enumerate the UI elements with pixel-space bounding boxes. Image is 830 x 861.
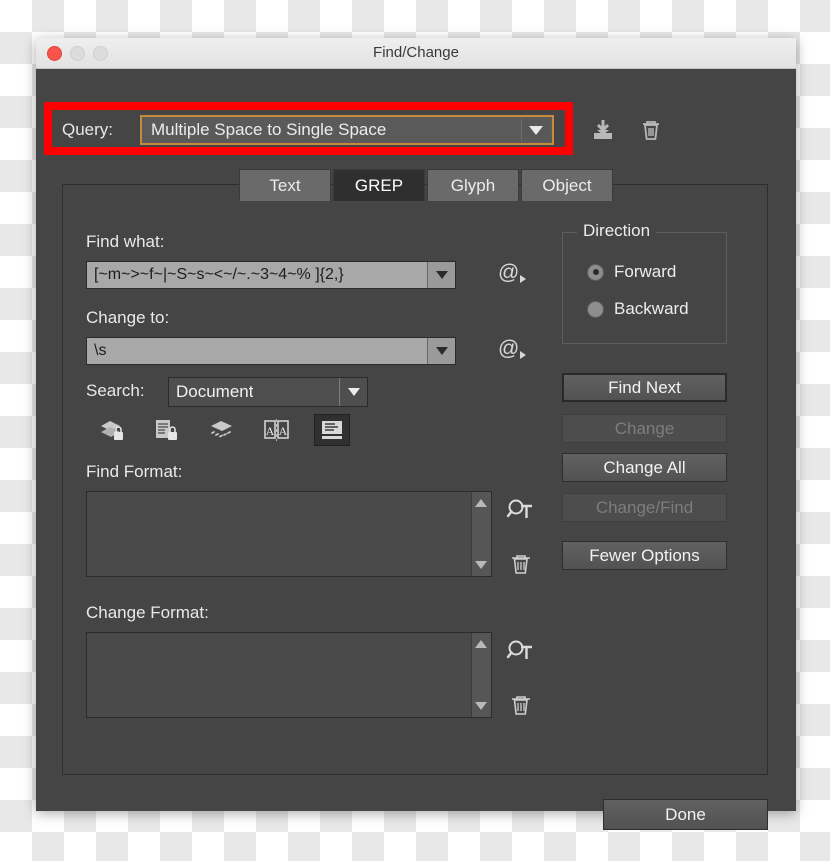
query-row: Query: Multiple Space to Single Space xyxy=(36,115,796,145)
search-scope-value: Document xyxy=(176,382,254,401)
change-special-char-menu-icon[interactable]: @ xyxy=(498,337,527,361)
include-locked-stories-button[interactable] xyxy=(149,414,185,446)
search-scope-select[interactable]: Document xyxy=(168,377,368,407)
search-options-toolbar: A A xyxy=(94,414,350,446)
include-master-pages-button[interactable]: A A xyxy=(259,414,295,446)
include-hidden-layers-icon xyxy=(211,421,232,438)
fewer-options-button[interactable]: Fewer Options xyxy=(562,541,727,570)
direction-forward-option[interactable]: Forward xyxy=(587,262,676,282)
scroll-down-icon[interactable] xyxy=(475,702,487,710)
tab-grep[interactable]: GREP xyxy=(333,169,425,201)
specify-attributes-icon xyxy=(506,499,532,518)
window-title: Find/Change xyxy=(373,44,459,61)
tab-text[interactable]: Text xyxy=(239,169,331,201)
query-label: Query: xyxy=(62,120,114,139)
include-hidden-layers-button[interactable] xyxy=(204,414,240,446)
specify-attributes-icon xyxy=(506,640,532,659)
svg-text:A: A xyxy=(279,424,288,438)
change-format-scrollbar[interactable] xyxy=(471,633,491,717)
radio-unselected-icon xyxy=(587,300,604,318)
save-query-icon[interactable] xyxy=(590,117,616,143)
change-to-dropdown-arrow[interactable] xyxy=(427,338,455,364)
dialog-body: Query: Multiple Space to Single Space Te… xyxy=(36,69,796,830)
change-format-label: Change Format: xyxy=(86,603,209,622)
find-format-scrollbar[interactable] xyxy=(471,492,491,576)
include-footnotes-icon xyxy=(322,421,342,439)
find-what-value: [~m~>~f~|~S~s~<~/~.~3~4~% ]{2,} xyxy=(94,266,344,283)
change-format-box[interactable] xyxy=(86,632,492,718)
delete-query-icon[interactable] xyxy=(638,117,664,143)
query-value: Multiple Space to Single Space xyxy=(151,120,387,139)
include-master-pages-icon: A A xyxy=(264,419,289,441)
direction-legend: Direction xyxy=(577,221,657,241)
window-titlebar[interactable]: Find/Change xyxy=(36,38,796,69)
find-format-box[interactable] xyxy=(86,491,492,577)
find-special-char-menu-icon[interactable]: @ xyxy=(498,261,527,285)
tab-object[interactable]: Object xyxy=(521,169,613,201)
find-change-window: Find/Change Query: Multiple Space to Sin… xyxy=(36,38,796,830)
find-next-button[interactable]: Find Next xyxy=(562,373,727,402)
change-to-value: \s xyxy=(94,342,107,359)
tab-bar: Text GREP Glyph Object xyxy=(239,169,615,201)
done-button[interactable]: Done xyxy=(603,799,768,830)
direction-forward-label: Forward xyxy=(614,262,677,281)
find-format-clear-button[interactable] xyxy=(508,551,534,582)
query-dropdown-arrow[interactable] xyxy=(521,119,550,141)
change-all-button[interactable]: Change All xyxy=(562,453,727,482)
svg-text:A: A xyxy=(266,424,275,438)
change-format-clear-button[interactable] xyxy=(508,692,534,723)
clear-format-icon xyxy=(512,696,530,715)
find-format-specify-button[interactable] xyxy=(506,497,536,530)
include-footnotes-button[interactable] xyxy=(314,414,350,446)
close-button[interactable] xyxy=(47,46,62,61)
include-locked-stories-icon xyxy=(156,420,177,440)
query-select[interactable]: Multiple Space to Single Space xyxy=(140,115,554,145)
change-button: Change xyxy=(562,414,727,443)
change-to-label: Change to: xyxy=(86,308,170,327)
chevron-down-icon xyxy=(529,125,543,135)
find-what-dropdown-arrow[interactable] xyxy=(427,262,455,288)
tab-glyph[interactable]: Glyph xyxy=(427,169,519,201)
clear-format-icon xyxy=(512,555,530,574)
chevron-down-icon xyxy=(435,271,448,279)
scroll-down-icon[interactable] xyxy=(475,561,487,569)
find-what-input[interactable]: [~m~>~f~|~S~s~<~/~.~3~4~% ]{2,} xyxy=(86,261,456,289)
chevron-down-icon xyxy=(347,388,360,396)
find-format-label: Find Format: xyxy=(86,462,183,481)
find-what-label: Find what: xyxy=(86,232,165,251)
include-locked-layers-icon xyxy=(101,421,123,440)
change-to-input[interactable]: \s xyxy=(86,337,456,365)
search-scope-label: Search: xyxy=(86,381,145,400)
direction-backward-label: Backward xyxy=(614,299,689,318)
minimize-button[interactable] xyxy=(70,46,85,61)
change-find-button: Change/Find xyxy=(562,493,727,522)
include-locked-layers-button[interactable] xyxy=(94,414,130,446)
direction-backward-option[interactable]: Backward xyxy=(587,299,689,319)
search-scope-dropdown-arrow[interactable] xyxy=(339,378,367,406)
chevron-down-icon xyxy=(435,347,448,355)
radio-selected-icon xyxy=(587,263,604,281)
zoom-button[interactable] xyxy=(93,46,108,61)
window-controls xyxy=(47,46,108,61)
scroll-up-icon[interactable] xyxy=(475,499,487,507)
change-format-specify-button[interactable] xyxy=(506,638,536,671)
scroll-up-icon[interactable] xyxy=(475,640,487,648)
direction-fieldset: Direction Forward Backward xyxy=(562,221,727,344)
